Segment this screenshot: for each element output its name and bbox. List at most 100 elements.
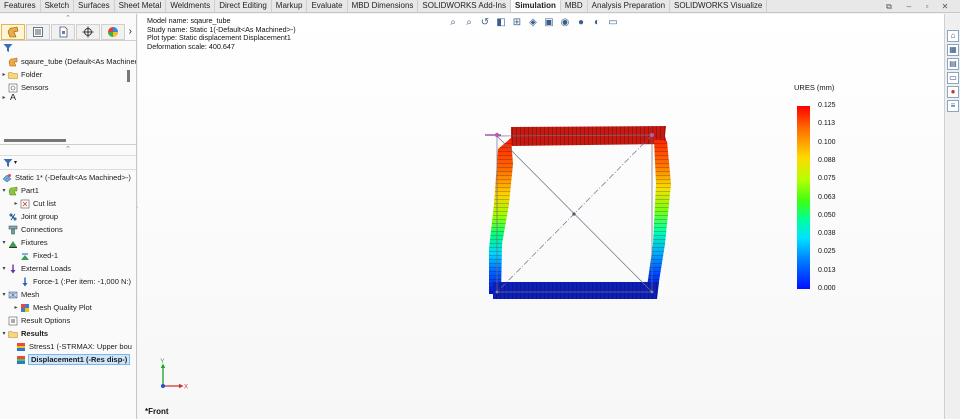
panel-gripper[interactable]: ⌃ (0, 14, 136, 23)
tab-weldments[interactable]: Weldments (166, 0, 216, 12)
restore-icon[interactable]: ⧉ (884, 2, 894, 12)
tree-node-fixed-1[interactable]: Fixed-1 (0, 249, 136, 262)
expand-icon[interactable]: ▸ (12, 304, 20, 311)
maximize-icon[interactable]: ▫ (922, 2, 932, 12)
collapse-icon[interactable]: ▾ (0, 265, 8, 272)
view-orientation-icon[interactable]: ◈ (527, 16, 539, 28)
tree-node-part1[interactable]: ▾ Part1 (0, 184, 136, 197)
pane-splitter[interactable]: ⌃ (0, 145, 136, 155)
tree-node-mesh-quality[interactable]: ▸ Mesh Quality Plot (0, 301, 136, 314)
dynamic-annotation-icon[interactable]: ⊞ (511, 16, 523, 28)
tab-mbd-dimensions[interactable]: MBD Dimensions (348, 0, 419, 12)
tab-solidworks-add-ins[interactable]: SOLIDWORKS Add-Ins (418, 0, 511, 12)
mesh-icon (8, 290, 18, 300)
vertex-marker (650, 133, 654, 137)
design-library-icon[interactable]: ▤ (947, 58, 959, 70)
command-manager-tabs: Features Sketch Surfaces Sheet Metal Weldmen… (0, 0, 960, 13)
legend-tick: 0.088 (818, 156, 836, 164)
tab-features[interactable]: Features (0, 0, 41, 12)
configuration-manager-tab[interactable] (51, 23, 75, 40)
feature-manager-panel: ⌃ › sqaure_tube (Default<As Machined ▸ F… (0, 14, 137, 419)
deformation-scale-text: Deformation scale: 400.647 (147, 41, 235, 51)
collapse-icon[interactable]: ▾ (0, 291, 8, 298)
tree-node-displacement1[interactable]: Displacement1 (-Res disp-) (0, 353, 136, 366)
legend-tick: 0.063 (818, 193, 836, 201)
appearances-icon[interactable]: ● (947, 86, 959, 98)
tree-node-fixtures[interactable]: ▾ Fixtures (0, 236, 136, 249)
legend-tick: 0.000 (818, 285, 836, 292)
feature-manager-tab[interactable] (1, 23, 25, 40)
minimize-icon[interactable]: – (904, 2, 914, 12)
tree-node-results[interactable]: ▾ Results (0, 327, 136, 340)
tree-node-force-1[interactable]: Force-1 (:Per item: -1,000 N:) (0, 275, 136, 288)
tree-node-folder[interactable]: ▸ Folder (0, 68, 136, 81)
tree-node-cut-list[interactable]: ▸ Cut list (0, 197, 136, 210)
collapse-icon[interactable]: ▾ (0, 239, 8, 246)
graphics-area[interactable]: Model name: sqaure_tube Study name: Stat… (138, 14, 944, 419)
vertical-scrollbar[interactable] (127, 70, 130, 82)
custom-properties-icon[interactable]: ≡ (947, 100, 959, 112)
dimxpert-manager-tab[interactable] (76, 23, 100, 40)
property-manager-tab[interactable] (26, 23, 50, 40)
tab-solidworks-visualize[interactable]: SOLIDWORKS Visualize (670, 0, 768, 12)
mesh-label: Mesh (21, 290, 40, 299)
tree-node-external-loads[interactable]: ▾ External Loads (0, 262, 136, 275)
tree-node-result-options[interactable]: Result Options (0, 314, 136, 327)
sim-tree-filter[interactable]: ▾ (0, 155, 136, 170)
tab-markup[interactable]: Markup (272, 0, 308, 12)
tree-node-part[interactable]: sqaure_tube (Default<As Machined (0, 55, 136, 68)
tab-sheet-metal[interactable]: Sheet Metal (115, 0, 167, 12)
display-manager-tab[interactable] (101, 23, 125, 40)
results-folder-icon (8, 329, 18, 339)
home-icon[interactable]: ⌂ (947, 30, 959, 42)
tree-node-joint-group[interactable]: Joint group (0, 210, 136, 223)
task-pane: ⌂ ▦ ▤ ▭ ● ≡ (944, 14, 960, 419)
tab-mbd[interactable]: MBD (561, 0, 588, 12)
tab-analysis-preparation[interactable]: Analysis Preparation (588, 0, 671, 12)
tree-node-annotations[interactable]: ▸ A (0, 94, 136, 100)
collapse-icon[interactable]: ▾ (0, 187, 8, 194)
hide-show-icon[interactable]: ◉ (559, 16, 571, 28)
tree-node-connections[interactable]: Connections (0, 223, 136, 236)
tree-node-sensors[interactable]: Sensors (0, 81, 136, 94)
section-view-icon[interactable]: ◧ (495, 16, 507, 28)
center-point (572, 212, 576, 216)
edit-appearance-icon[interactable]: ● (575, 16, 587, 28)
expand-icon[interactable]: ▸ (0, 71, 8, 78)
filter-icon[interactable] (3, 43, 13, 53)
view-settings-icon[interactable]: ▭ (607, 16, 619, 28)
close-icon[interactable]: ✕ (940, 2, 950, 12)
horizontal-scrollbar[interactable] (4, 139, 66, 142)
zoom-area-icon[interactable]: ⌕ (463, 16, 475, 28)
tree-filter[interactable] (0, 41, 136, 55)
more-tabs-icon[interactable]: › (129, 26, 132, 37)
tab-simulation[interactable]: Simulation (511, 0, 561, 12)
result-options-icon (8, 316, 18, 326)
filter-icon[interactable] (3, 158, 13, 168)
file-explorer-icon[interactable]: ▭ (947, 72, 959, 84)
legend-tick: 0.038 (818, 230, 836, 238)
previous-view-icon[interactable]: ↺ (479, 16, 491, 28)
resources-icon[interactable]: ▦ (947, 44, 959, 56)
tab-evaluate[interactable]: Evaluate (307, 0, 348, 12)
apply-scene-icon[interactable]: ◐ (591, 16, 603, 28)
tab-direct-editing[interactable]: Direct Editing (215, 0, 272, 12)
expand-icon[interactable]: ▸ (12, 200, 20, 207)
collapse-icon[interactable]: ▾ (0, 330, 8, 337)
zoom-to-fit-icon[interactable]: ⌕ (447, 16, 459, 28)
legend-tick: 0.113 (818, 120, 835, 128)
display-style-icon[interactable]: ▣ (543, 16, 555, 28)
tree-node-stress1[interactable]: Stress1 (-STRMAX: Upper bou (0, 340, 136, 353)
folder-icon (8, 70, 18, 80)
fixtures-icon (8, 238, 18, 248)
tree-node-study[interactable]: Static 1* (-Default<As Machined>-) (0, 171, 136, 184)
mesh-quality-icon (20, 303, 30, 313)
tab-sketch[interactable]: Sketch (41, 0, 75, 12)
simulation-study-tree: Static 1* (-Default<As Machined>-) ▾ Par… (0, 170, 136, 366)
sensors-icon (8, 83, 18, 93)
deformed-model[interactable] (481, 124, 681, 304)
tab-surfaces[interactable]: Surfaces (74, 0, 115, 12)
stress1-label: Stress1 (-STRMAX: Upper bou (29, 342, 132, 351)
property-manager-icon (33, 26, 43, 37)
tree-node-mesh[interactable]: ▾ Mesh (0, 288, 136, 301)
